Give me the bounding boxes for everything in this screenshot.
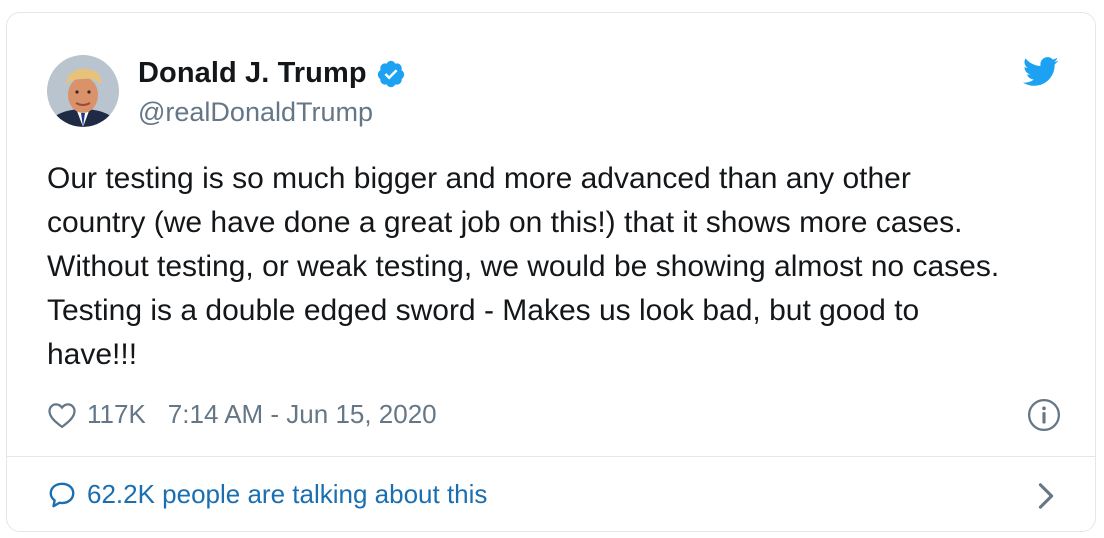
tweet-timestamp[interactable]: 7:14 AM - Jun 15, 2020 xyxy=(168,399,437,430)
chevron-right-icon[interactable] xyxy=(1037,482,1055,510)
avatar-photo-icon xyxy=(47,55,119,127)
people-talking-label[interactable]: 62.2K people are talking about this xyxy=(87,479,487,510)
verified-badge-icon xyxy=(377,60,404,87)
divider xyxy=(7,456,1095,457)
people-talking-link[interactable]: 62.2K people are talking about this xyxy=(47,479,487,510)
tweet-text: Our testing is so much bigger and more a… xyxy=(47,162,1000,371)
author-name[interactable]: Donald J. Trump xyxy=(138,57,367,90)
heart-icon[interactable] xyxy=(47,401,77,429)
tweet-card[interactable]: Donald J. Trump @realDonaldTrump Our tes… xyxy=(6,12,1096,532)
speech-bubble-icon xyxy=(49,482,75,507)
twitter-bird-icon[interactable] xyxy=(1023,57,1059,87)
author-handle[interactable]: @realDonaldTrump xyxy=(138,97,373,128)
avatar[interactable] xyxy=(47,55,119,127)
like-count[interactable]: 117K xyxy=(87,399,146,430)
info-icon[interactable] xyxy=(1027,398,1061,432)
author-name-row[interactable]: Donald J. Trump xyxy=(138,57,406,90)
tweet-meta: 117K 7:14 AM - Jun 15, 2020 xyxy=(47,399,437,430)
